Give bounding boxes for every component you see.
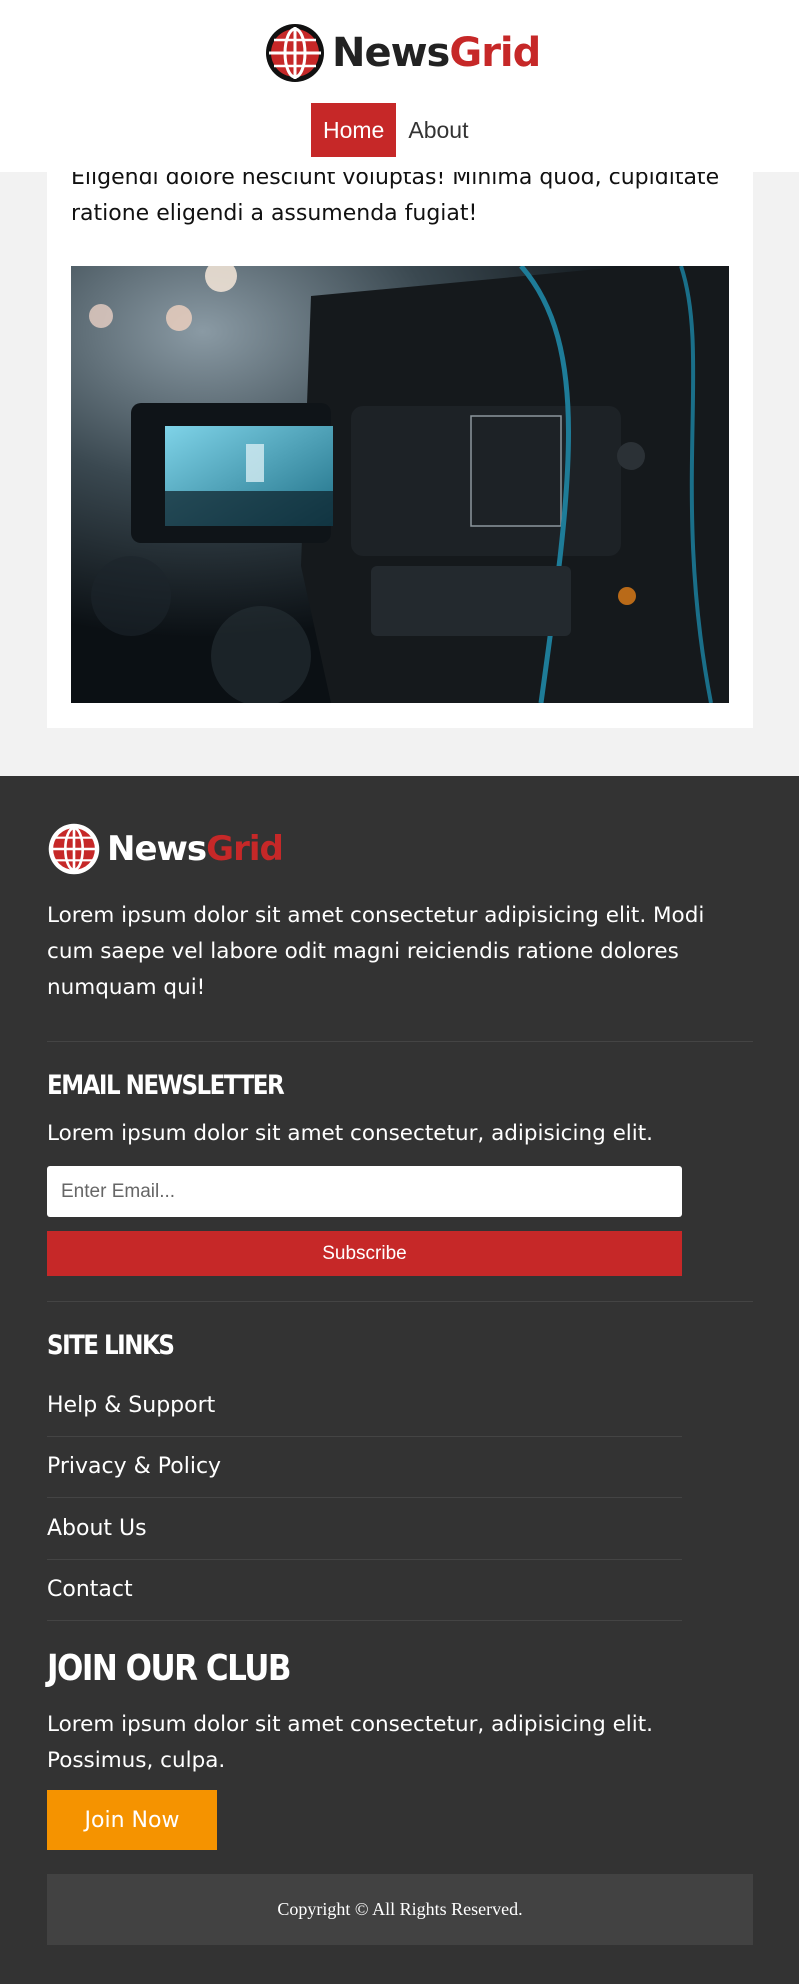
copyright-text: Copyright © All Rights Reserved.: [277, 1899, 523, 1919]
nav-about[interactable]: About: [396, 103, 480, 157]
article-card: Eligendi dolore nesciunt voluptas! Minim…: [47, 150, 753, 728]
footer-about-text: Lorem ipsum dolor sit amet consectetur a…: [47, 903, 705, 1000]
site-links-heading: Site Links: [47, 1331, 175, 1361]
list-item: Privacy & Policy: [47, 1437, 682, 1498]
footer-brand-logo[interactable]: NewsGrid: [47, 822, 284, 876]
footer-divider: [47, 1301, 753, 1302]
list-item: About Us: [47, 1498, 682, 1560]
join-now-button[interactable]: Join Now: [47, 1790, 217, 1850]
brand-logo[interactable]: NewsGrid: [264, 20, 541, 86]
join-club-heading: Join Our Club: [47, 1648, 292, 1690]
link-privacy-policy[interactable]: Privacy & Policy: [47, 1454, 221, 1479]
subscribe-button[interactable]: Subscribe: [47, 1231, 682, 1276]
list-item: Help & Support: [47, 1375, 682, 1437]
link-contact[interactable]: Contact: [47, 1577, 133, 1602]
brand-grid-text: Grid: [449, 30, 541, 76]
list-item: Contact: [47, 1560, 682, 1621]
globe-icon: [266, 24, 324, 82]
brand-name: NewsGrid: [332, 30, 541, 76]
newsletter-text: Lorem ipsum dolor sit amet consectetur, …: [47, 1121, 654, 1146]
brand-news-text: News: [332, 30, 450, 76]
site-links-list: Help & Support Privacy & Policy About Us…: [47, 1375, 682, 1621]
site-header: NewsGrid Home About: [0, 0, 799, 172]
footer-brand-news-text: News: [107, 829, 207, 869]
newsletter-heading: Email Newsletter: [47, 1071, 285, 1101]
globe-icon: [48, 823, 100, 875]
email-input[interactable]: [47, 1166, 682, 1217]
main-nav: Home About: [311, 103, 480, 157]
copyright-bar: Copyright © All Rights Reserved.: [47, 1874, 753, 1945]
footer-divider: [47, 1041, 753, 1042]
footer-brand-grid-text: Grid: [206, 829, 284, 869]
nav-home[interactable]: Home: [311, 103, 397, 157]
link-about-us[interactable]: About Us: [47, 1516, 147, 1541]
video-camera-photo-icon: [71, 266, 729, 703]
footer-brand-name: NewsGrid: [107, 829, 284, 869]
join-club-text: Lorem ipsum dolor sit amet consectetur, …: [47, 1712, 654, 1773]
article-image: [71, 266, 729, 703]
link-help-support[interactable]: Help & Support: [47, 1393, 215, 1418]
